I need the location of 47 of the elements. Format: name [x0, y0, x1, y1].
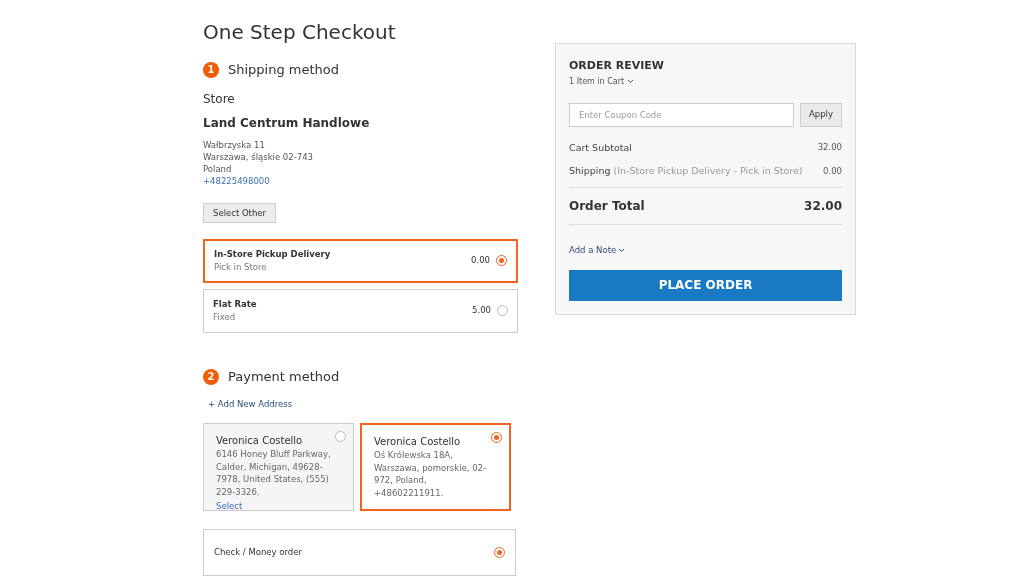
- apply-button[interactable]: Apply: [800, 102, 842, 127]
- shipping-method-option[interactable]: In-Store Pickup Delivery Pick in Store 0.00: [203, 238, 518, 283]
- shipping-value: 0.00: [823, 164, 842, 178]
- select-other-button[interactable]: Select Other: [203, 202, 277, 223]
- method-name: Flat Rate: [213, 298, 258, 311]
- chevron-down-icon: [627, 79, 635, 84]
- address-text: Oś Królewska 18A, Warszawa, pomorskie, 02-972, Poland, +48602211911.: [374, 449, 488, 500]
- add-new-address-link[interactable]: + Add New Address: [208, 398, 518, 412]
- shipping-method-option[interactable]: Flat Rate Fixed 5.00: [203, 288, 518, 333]
- address-line: Wałbrzyska 11: [203, 138, 266, 151]
- store-label: Store: [203, 90, 236, 108]
- section-heading: Shipping method: [228, 61, 340, 79]
- order-total-value: 32.00: [804, 198, 842, 215]
- coupon-code-field[interactable]: Enter Coupon Code: [569, 102, 794, 127]
- payment-method-option[interactable]: Check / Money order: [203, 529, 516, 576]
- method-carrier: Fixed: [213, 310, 237, 324]
- method-price: 5.00: [472, 304, 491, 318]
- payment-method-name: Check / Money order: [214, 546, 303, 559]
- address-card[interactable]: Veronica Costello Oś Królewska 18A, Warszawa, pomorskie, 02-972, Poland, +48602211911.: [360, 423, 511, 512]
- panel-title: ORDER REVIEW: [569, 58, 665, 74]
- address-name: Veronica Costello: [216, 434, 304, 449]
- radio-button[interactable]: [335, 431, 346, 443]
- address-line: Poland: [203, 162, 233, 175]
- store-name: Land Centrum Handlowe: [203, 114, 371, 132]
- section-heading: Payment method: [228, 367, 340, 386]
- address-text: 6146 Honey Bluff Parkway, Calder, Michigan, 49628-7978, United States, (555) 229-3326.: [216, 448, 332, 499]
- address-name: Veronica Costello: [374, 435, 462, 450]
- subtotal-label: Cart Subtotal: [569, 140, 632, 155]
- step-number-badge: 2: [203, 368, 219, 385]
- shipping-detail: (In-Store Pickup Delivery - Pick in Store): [613, 163, 803, 178]
- subtotal-value: 32.00: [817, 141, 842, 154]
- shipping-label: Shipping: [569, 163, 611, 178]
- address-card[interactable]: Veronica Costello 6146 Honey Bluff Parkway, Calder, Michigan, 49628-7978, United States, (555) 229-3326. Select: [203, 423, 354, 512]
- radio-button[interactable]: [497, 305, 508, 317]
- step-number-badge: 1: [203, 61, 219, 78]
- method-name: In-Store Pickup Delivery: [214, 248, 332, 261]
- select-link[interactable]: Select: [216, 500, 337, 513]
- address-line: Warszawa, śląskie 02-743: [203, 150, 314, 163]
- chevron-down-icon: [618, 247, 626, 253]
- place-order-button[interactable]: PLACE ORDER: [569, 269, 842, 301]
- order-total-label: Order Total: [569, 198, 645, 215]
- add-note-link[interactable]: Add a Note: [569, 244, 617, 257]
- method-carrier: Pick in Store: [214, 260, 268, 274]
- method-price: 0.00: [471, 254, 490, 268]
- phone-link[interactable]: +48225498000: [203, 174, 518, 187]
- items-in-cart-toggle[interactable]: 1 Item in Cart: [569, 75, 625, 88]
- page-title: One Step Checkout: [203, 20, 397, 44]
